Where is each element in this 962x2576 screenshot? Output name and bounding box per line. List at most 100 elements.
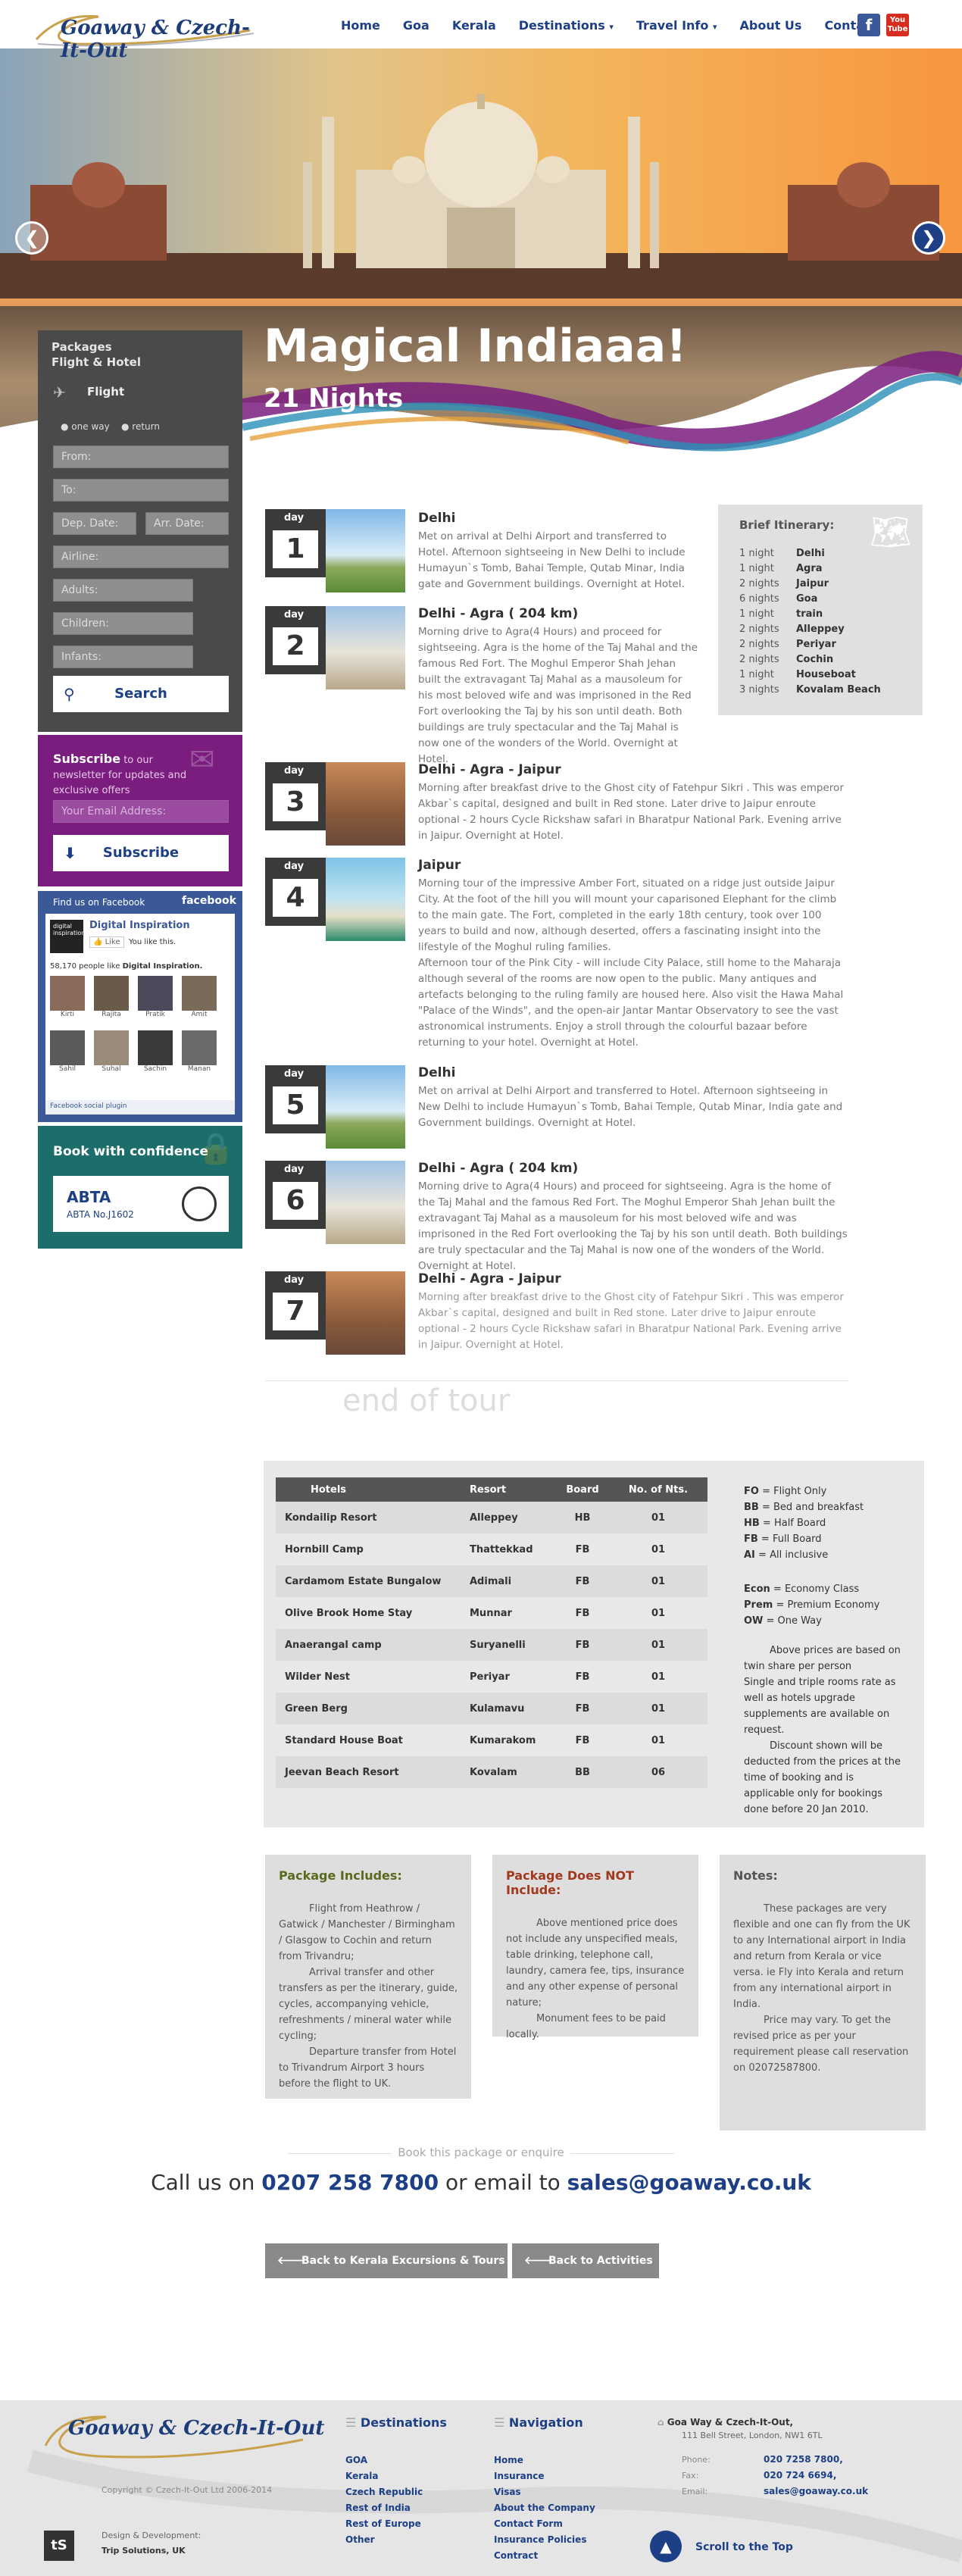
day-badge: day 4 [265,858,326,926]
brief-itinerary: Brief Itinerary: 🗺 1 night Delhi 1 night Ag… [718,505,923,715]
youtube-icon[interactable]: You Tube [886,14,909,36]
subscribe-button[interactable]: ⬇ Subscribe [53,835,229,871]
hotels-note-3: Discount shown will be deducted from the… [744,1740,901,1815]
footer-destination-link[interactable]: Rest of India [345,2500,447,2516]
footer-nav-link[interactable]: Contact Form [494,2516,595,2532]
fb-friend-name: Rajita [102,1011,121,1018]
fb-friend-name: Amit [191,1011,208,1018]
dep-date-field[interactable]: Dep. Date: [53,512,136,535]
children-field[interactable]: Children: [53,612,193,635]
itinerary-place: train [796,608,823,620]
fb-like-button[interactable]: 👍 Like [89,936,124,948]
footer-nav-link[interactable]: Contract [494,2548,595,2564]
fb-friend[interactable]: Pratik [138,976,173,1018]
footer-destination-link[interactable]: Rest of Europe [345,2516,447,2532]
day-number: 7 [273,1293,318,1330]
itinerary-nights: 1 night [739,668,774,680]
hotel-board: HB [556,1502,609,1533]
hotel-name: Olive Brook Home Stay [276,1597,442,1629]
fb-social-plugin[interactable]: Facebook social plugin [45,1100,235,1114]
footer-destination-link[interactable]: Other [345,2532,447,2548]
day-badge: day 6 [265,1161,326,1229]
return-radio[interactable]: ● return [121,421,160,432]
nav-kerala[interactable]: Kerala [452,18,496,33]
scroll-top-icon[interactable]: ▲ [650,2531,682,2562]
search-heading: Packages Flight & Hotel [52,339,141,370]
nav-about-us[interactable]: About Us [739,18,801,33]
nav-home[interactable]: Home [341,18,380,33]
hotels-table: Hotels Resort Board No. of Nts. Kondaili… [276,1477,707,1788]
hotel-board: FB [556,1661,609,1693]
to-field[interactable]: To: [53,479,229,502]
nav-destinations[interactable]: Destinations ▾ [519,18,614,33]
hero-next-arrow[interactable]: ❯ [912,221,945,255]
fb-friend[interactable]: Manan [182,1030,217,1073]
call-phone[interactable]: 0207 258 7800 [261,2170,439,2195]
footer-nav-link[interactable]: Home [494,2453,595,2468]
call-email[interactable]: sales@goaway.co.uk [567,2170,811,2195]
day-label: day [284,765,305,777]
avatar [50,976,85,1011]
facebook-icon[interactable]: f [857,14,880,36]
airline-field[interactable]: Airline: [53,546,229,568]
footer-navigation: ☰ Navigation Home Insurance Visas About the… [494,2415,595,2564]
design-company[interactable]: Trip Solutions, UK [102,2546,186,2556]
table-row: Jeevan Beach Resort Kovalam BB 06 [276,1756,707,1788]
fb-friend[interactable]: Sahil [50,1030,85,1073]
confidence-title: Book with confidence [53,1144,209,1159]
scroll-top-link[interactable]: Scroll to the Top [695,2541,793,2553]
col-board: Board [556,1477,609,1502]
logo[interactable]: Goaway & Czech-It-Out [30,9,258,62]
day-description: Met on arrival at Delhi Airport and tran… [418,1083,850,1131]
email-input[interactable]: Your Email Address: [53,800,229,823]
day-text: Morning tour of the impressive Amber For… [418,877,837,953]
adults-field[interactable]: Adults: [53,579,193,602]
nav-travel-info[interactable]: Travel Info ▾ [636,18,717,33]
day-description: Morning after breakfast drive to the Gho… [418,1290,850,1353]
nav-goa[interactable]: Goa [403,18,429,33]
from-field[interactable]: From: [53,445,229,468]
footer-nav-link[interactable]: Visas [494,2484,595,2500]
footer-destination-link[interactable]: Kerala [345,2468,447,2484]
footer-logo[interactable]: Goaway & Czech-It-Out [68,2417,324,2440]
arr-date-field[interactable]: Arr. Date: [145,512,229,535]
footer-destination-link[interactable]: Czech Republic [345,2484,447,2500]
one-way-radio[interactable]: ● one way [61,421,110,432]
hero-prev-arrow[interactable]: ❮ [15,221,48,255]
footer-nav-link[interactable]: About the Company [494,2500,595,2516]
search-button[interactable]: ⚲ Search [53,676,229,712]
fb-page-name[interactable]: Digital Inspiration [89,920,190,931]
hero-subtitle: 21 Nights [264,383,404,414]
day-description: Met on arrival at Delhi Airport and tran… [418,529,698,592]
day-number: 1 [273,530,318,568]
destinations-title: Destinations [360,2415,447,2430]
footer-phone[interactable]: 020 7258 7800, [764,2452,868,2468]
not-includes-p2: Monument fees to be paid locally. [506,2013,666,2040]
fb-friend[interactable]: Sachin [138,1030,173,1073]
infants-field[interactable]: Infants: [53,646,193,668]
fb-friend[interactable]: Kirti [50,976,85,1018]
ts-logo[interactable]: tS [44,2531,74,2561]
hotel-board: FB [556,1597,609,1629]
footer-nav-link[interactable]: Insurance [494,2468,595,2484]
hotel-nights: 01 [609,1693,707,1724]
day-number: 5 [273,1086,318,1124]
footer-destination-link[interactable]: GOA [345,2453,447,2468]
back-to-activities-button[interactable]: 🡐 Back to Activities [512,2243,659,2278]
footer-nav-link[interactable]: Insurance Policies [494,2532,595,2548]
back-to-kerala-button[interactable]: 🡐 Back to Kerala Excursions & Tours [265,2243,508,2278]
fb-friend[interactable]: Amit [182,976,217,1018]
day-2-card: day 2 [265,606,405,689]
col-nights: No. of Nts. [609,1477,707,1502]
fb-you-like: You like this. [129,938,176,946]
fb-friend[interactable]: Rajita [94,976,129,1018]
fb-count-text: 58,170 people like [50,962,120,971]
footer-email[interactable]: sales@goaway.co.uk [764,2484,868,2499]
flight-label: Flight [87,385,125,399]
notes-p2: Price may vary. To get the revised price… [733,2015,909,2074]
fb-friend-name: Pratik [145,1011,165,1018]
hotel-name: Cardamom Estate Bungalow [276,1565,442,1597]
hotel-resort: Kulamavu [442,1693,556,1724]
fb-friend[interactable]: Suhal [94,1030,129,1073]
hotel-name: Hornbill Camp [276,1533,442,1565]
